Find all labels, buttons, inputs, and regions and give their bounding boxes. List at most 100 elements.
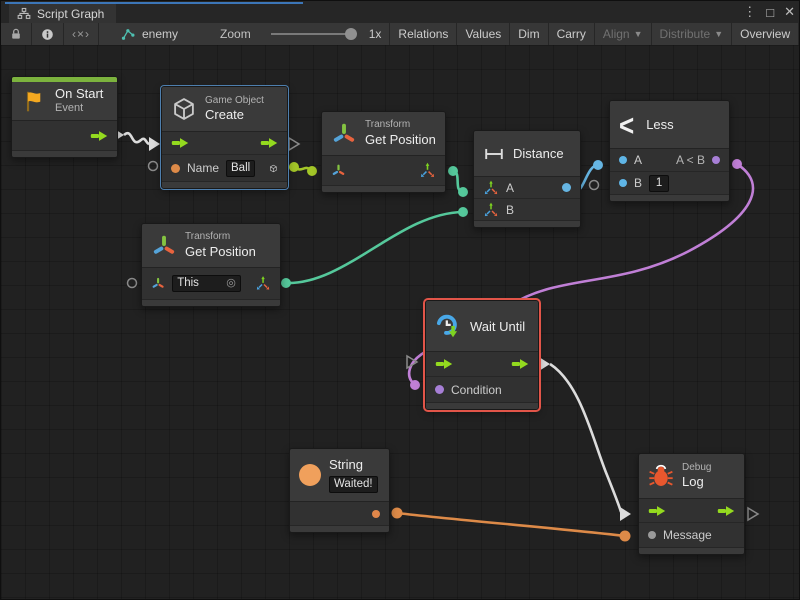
zoom-slider[interactable] bbox=[259, 23, 367, 45]
gameobject-output-icon[interactable] bbox=[269, 161, 278, 176]
input-label: A bbox=[634, 153, 642, 167]
dim-button[interactable]: Dim bbox=[510, 23, 548, 45]
node-footer bbox=[142, 300, 280, 306]
wire-gameobject bbox=[294, 167, 312, 171]
node-header: On Start Event bbox=[12, 82, 117, 121]
float-output-port[interactable] bbox=[562, 183, 571, 192]
node-create-game-object[interactable]: Game Object Create Name Ball bbox=[161, 86, 288, 189]
string-input-port[interactable] bbox=[171, 164, 180, 173]
node-less[interactable]: < Less A A < B B 1 bbox=[609, 100, 730, 202]
message-input-port[interactable] bbox=[648, 531, 656, 539]
value-row: This ◎ bbox=[142, 268, 280, 300]
node-title: Get Position bbox=[185, 244, 256, 260]
flow-input-port[interactable] bbox=[648, 505, 666, 517]
float-input-port[interactable] bbox=[619, 179, 627, 187]
close-icon[interactable]: ✕ bbox=[784, 4, 795, 20]
node-title: Less bbox=[646, 117, 673, 132]
info-button[interactable] bbox=[32, 23, 64, 45]
string-output-port[interactable] bbox=[372, 510, 380, 518]
flow-output-port[interactable] bbox=[511, 358, 529, 370]
tab-script-graph[interactable]: Script Graph bbox=[9, 4, 116, 23]
node-footer bbox=[426, 403, 538, 409]
vector3-output-port[interactable] bbox=[419, 162, 436, 179]
node-header: Transform Get Position bbox=[142, 224, 280, 268]
flow-row bbox=[426, 352, 538, 377]
unconnected-port-circle bbox=[590, 181, 599, 190]
value-row bbox=[322, 156, 445, 186]
values-button[interactable]: Values bbox=[457, 23, 510, 45]
message-row: Message bbox=[639, 523, 744, 548]
node-get-position-a[interactable]: Transform Get Position bbox=[321, 111, 446, 193]
vector3-output-port[interactable] bbox=[255, 275, 271, 292]
float-input-port[interactable] bbox=[619, 156, 627, 164]
relations-button[interactable]: Relations bbox=[390, 23, 457, 45]
node-category: Transform bbox=[185, 231, 256, 244]
node-debug-log[interactable]: Debug Log Message bbox=[638, 453, 745, 555]
node-title: Log bbox=[682, 474, 711, 490]
overview-button[interactable]: Overview bbox=[732, 23, 799, 45]
string-value-field[interactable]: Waited! bbox=[329, 476, 378, 493]
info-icon bbox=[40, 27, 55, 42]
transform-input-port[interactable] bbox=[151, 276, 165, 291]
window-menu-icon[interactable]: ⋮ bbox=[743, 4, 756, 20]
flow-input-port[interactable] bbox=[435, 358, 453, 370]
vector3-input-port[interactable] bbox=[483, 180, 499, 196]
flow-row bbox=[639, 499, 744, 523]
node-title: On Start bbox=[55, 86, 103, 102]
input-row-a: A bbox=[474, 177, 580, 199]
zoom-slider-track[interactable] bbox=[271, 33, 355, 35]
vector3-input-port[interactable] bbox=[483, 202, 499, 218]
carry-button[interactable]: Carry bbox=[549, 23, 595, 45]
zoom-slider-handle[interactable] bbox=[345, 28, 357, 40]
tab-title: Script Graph bbox=[37, 7, 104, 21]
input-label: B bbox=[634, 176, 642, 190]
flow-input-port[interactable] bbox=[171, 137, 189, 149]
node-string-literal[interactable]: String Waited! bbox=[289, 448, 390, 533]
cube-icon bbox=[171, 96, 197, 122]
node-title: Wait Until bbox=[470, 319, 525, 334]
transform-input-port[interactable] bbox=[331, 163, 346, 178]
bool-output-port[interactable] bbox=[712, 156, 720, 164]
code-preview-button[interactable]: ‹×› bbox=[64, 23, 99, 45]
node-distance[interactable]: Distance A B bbox=[473, 130, 581, 228]
node-title: Create bbox=[205, 107, 264, 123]
node-wait-until[interactable]: Wait Until Condition bbox=[425, 300, 539, 410]
object-picker-icon[interactable]: ◎ bbox=[226, 276, 236, 291]
name-input-row: Name Ball bbox=[162, 155, 287, 182]
node-header: Wait Until bbox=[426, 301, 538, 352]
graph-icon bbox=[121, 27, 136, 42]
node-get-position-b[interactable]: Transform Get Position This ◎ bbox=[141, 223, 281, 307]
wire-arrowhead bbox=[149, 137, 160, 151]
graph-canvas[interactable]: On Start Event Game Object Create bbox=[1, 45, 800, 600]
distribute-dropdown[interactable]: Distribute ▼ bbox=[652, 23, 733, 45]
graph-breadcrumb[interactable]: enemy bbox=[99, 23, 186, 45]
node-header: Distance bbox=[474, 131, 580, 177]
flow-output-port[interactable] bbox=[260, 137, 278, 149]
graph-toolbar: ‹×› enemy Zoom 1x Relations Values Dim C… bbox=[1, 23, 800, 46]
align-dropdown[interactable]: Align ▼ bbox=[595, 23, 652, 45]
node-footer bbox=[290, 526, 389, 532]
b-value-field[interactable]: 1 bbox=[649, 175, 669, 192]
bool-input-port[interactable] bbox=[435, 385, 444, 394]
node-title: String bbox=[329, 457, 378, 473]
transform-icon bbox=[151, 233, 177, 259]
flow-output-row bbox=[12, 121, 117, 151]
flow-output-port[interactable] bbox=[717, 505, 735, 517]
script-graph-icon bbox=[17, 7, 31, 21]
wire-arrowhead bbox=[620, 507, 631, 521]
name-field[interactable]: Ball bbox=[226, 160, 255, 177]
unconnected-flow-triangle bbox=[748, 508, 758, 520]
node-footer bbox=[639, 548, 744, 554]
lock-button[interactable] bbox=[1, 23, 32, 45]
output-row bbox=[290, 502, 389, 526]
unconnected-flow-triangle bbox=[289, 138, 299, 150]
target-field[interactable]: This ◎ bbox=[172, 275, 241, 292]
node-on-start-event[interactable]: On Start Event bbox=[11, 76, 118, 158]
input-label: Name bbox=[187, 161, 219, 175]
flow-output-port[interactable] bbox=[90, 130, 108, 142]
maximize-icon[interactable]: □ bbox=[766, 5, 774, 20]
node-footer bbox=[12, 151, 117, 157]
transform-icon bbox=[331, 121, 357, 147]
window-controls: ⋮ □ ✕ bbox=[743, 1, 795, 23]
node-header: Game Object Create bbox=[162, 87, 287, 132]
